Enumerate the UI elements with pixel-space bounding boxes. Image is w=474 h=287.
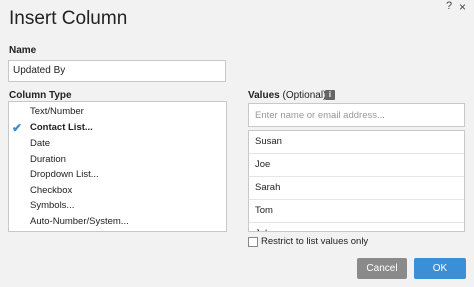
column-type-item-text-number[interactable]: Text/Number bbox=[30, 106, 84, 117]
column-type-label: Column Type bbox=[9, 90, 72, 101]
column-type-item-auto-number-system[interactable]: Auto-Number/System... bbox=[30, 216, 129, 227]
column-type-list: Text/Number ✔ Contact List... Date Durat… bbox=[8, 101, 227, 232]
checkmark-icon: ✔ bbox=[12, 121, 23, 135]
values-optional-text: (Optional) bbox=[282, 90, 327, 101]
help-icon[interactable]: ? bbox=[446, 0, 452, 12]
column-type-item-date[interactable]: Date bbox=[30, 138, 50, 149]
restrict-label: Restrict to list values only bbox=[261, 236, 369, 247]
list-item[interactable]: John bbox=[249, 223, 464, 231]
insert-column-dialog: Insert Column ? × Name Updated By Column… bbox=[0, 0, 474, 287]
name-label: Name bbox=[9, 45, 37, 56]
column-type-item-dropdown-list[interactable]: Dropdown List... bbox=[30, 169, 99, 180]
column-type-item-symbols[interactable]: Symbols... bbox=[30, 200, 74, 211]
list-item[interactable]: Joe bbox=[249, 154, 464, 177]
column-type-item-checkbox[interactable]: Checkbox bbox=[30, 185, 72, 196]
close-icon[interactable]: × bbox=[459, 0, 466, 14]
cancel-button[interactable]: Cancel bbox=[357, 258, 407, 279]
list-item[interactable]: Tom bbox=[249, 200, 464, 223]
name-field[interactable]: Updated By bbox=[8, 60, 226, 82]
column-type-item-contact-list[interactable]: Contact List... bbox=[30, 122, 93, 133]
list-item[interactable]: Susan bbox=[249, 131, 464, 154]
values-list: Susan Joe Sarah Tom John bbox=[248, 130, 465, 232]
list-item[interactable]: Sarah bbox=[249, 177, 464, 200]
restrict-checkbox[interactable] bbox=[248, 237, 258, 247]
ok-button[interactable]: OK bbox=[414, 258, 466, 279]
info-icon[interactable]: i bbox=[325, 90, 335, 100]
values-search-input[interactable] bbox=[248, 103, 465, 127]
values-label: Values (Optional) bbox=[248, 90, 326, 101]
dialog-title: Insert Column bbox=[9, 8, 128, 29]
values-label-text: Values bbox=[248, 90, 280, 101]
column-type-item-duration[interactable]: Duration bbox=[30, 154, 66, 165]
